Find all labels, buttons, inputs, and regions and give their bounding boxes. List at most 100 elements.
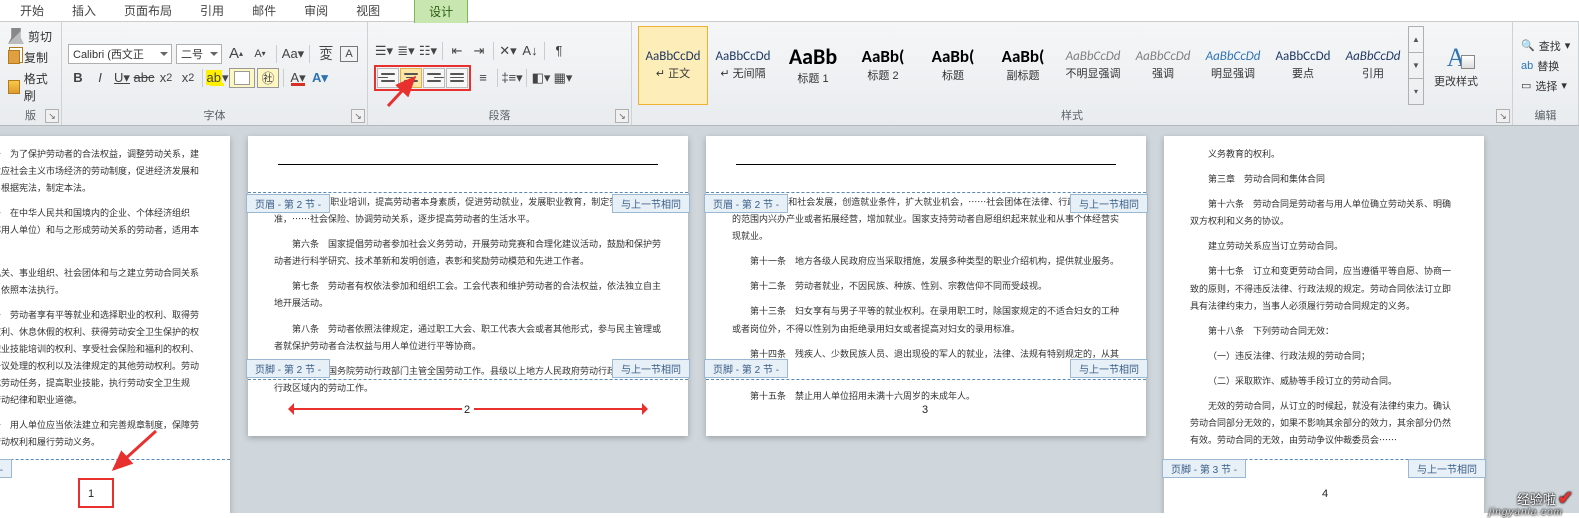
align-justify-button[interactable] bbox=[446, 68, 468, 88]
line-spacing-button[interactable]: ‡≡▾ bbox=[502, 68, 522, 88]
body-paragraph: 第十二条 劳动者就业，不因民族、种族、性别、宗教信仰不同而受歧视。 bbox=[732, 278, 1120, 295]
gallery-up-icon[interactable]: ▲ bbox=[1409, 27, 1423, 53]
shrink-font-button[interactable]: A▾ bbox=[250, 44, 270, 64]
group-paragraph-label: 段落 bbox=[374, 105, 625, 125]
cut-button[interactable]: 剪切 bbox=[6, 28, 55, 45]
style-preview: AaBbCcDd bbox=[1206, 50, 1261, 63]
style-preview: AaBb( bbox=[862, 48, 905, 65]
body-paragraph: 第一条 为了保护劳动者的合法权益，调整劳动关系，建立和维护适应社会主义市场经济的… bbox=[0, 146, 204, 197]
tab-mailings[interactable]: 邮件 bbox=[238, 0, 290, 22]
tab-insert[interactable]: 插入 bbox=[58, 0, 110, 22]
style-preview: AaBbCcDd bbox=[716, 50, 771, 63]
scissors-icon bbox=[8, 28, 24, 44]
footer-tab-section2[interactable]: 页脚 - 第 2 节 - bbox=[246, 359, 330, 378]
change-case-button[interactable]: Aa▾ bbox=[283, 44, 303, 64]
copy-button[interactable]: 复制 bbox=[6, 49, 55, 66]
select-icon: ▭ bbox=[1521, 79, 1531, 92]
annotation-arrow-right bbox=[474, 408, 644, 410]
text-effects-button[interactable]: A▾ bbox=[310, 68, 330, 88]
body-paragraph: （一）违反法律、行政法规的劳动合同； bbox=[1190, 348, 1458, 365]
gallery-more-icon[interactable]: ▾ bbox=[1409, 79, 1423, 104]
footer-tab-section1[interactable]: 页脚 - 第 1 节 - bbox=[0, 459, 12, 478]
style-item[interactable]: AaBb( 标题 2 bbox=[848, 26, 918, 105]
tab-home[interactable]: 开始 bbox=[6, 0, 58, 22]
style-item[interactable]: AaBbCcDd明显强调 bbox=[1198, 26, 1268, 105]
strikethrough-button[interactable]: abc bbox=[134, 68, 154, 88]
select-button[interactable]: ▭选择▾ bbox=[1519, 78, 1572, 94]
grow-font-button[interactable]: A▴ bbox=[226, 44, 246, 64]
group-editing-label: 编辑 bbox=[1519, 105, 1572, 125]
body-paragraph: 第七条 劳动者有权依法参加和组织工会。工会代表和维护劳动者的合法权益，依法独立自… bbox=[274, 278, 662, 312]
bullets-button[interactable]: ☰▾ bbox=[374, 41, 394, 61]
style-item[interactable]: AaBbCcDd↵ 无间隔 bbox=[708, 26, 778, 105]
multilevel-list-button[interactable]: ☷▾ bbox=[418, 41, 438, 61]
style-item[interactable]: AaBbCcDd↵ 正文 bbox=[638, 26, 708, 105]
char-shading-button[interactable] bbox=[229, 68, 255, 88]
enclose-chars-button[interactable]: ㊓ bbox=[257, 68, 279, 88]
tab-review[interactable]: 审阅 bbox=[290, 0, 342, 22]
paragraph-launcher[interactable]: ↘ bbox=[615, 109, 629, 123]
align-center-button[interactable] bbox=[400, 68, 422, 88]
footer-tab-section2b[interactable]: 页脚 - 第 2 节 - bbox=[704, 359, 788, 378]
gallery-scroll[interactable]: ▲▼▾ bbox=[1408, 26, 1424, 105]
show-marks-button[interactable]: ¶ bbox=[549, 41, 569, 61]
header-tab-section2b[interactable]: 页眉 - 第 2 节 - bbox=[704, 194, 788, 213]
check-icon: ✔ bbox=[1558, 488, 1573, 509]
style-item[interactable]: AaBb标题 1 bbox=[778, 26, 848, 105]
footer-same-as-prev[interactable]: 与上一节相同 bbox=[612, 359, 690, 378]
bold-button[interactable]: B bbox=[68, 68, 88, 88]
font-size-combo[interactable]: 二号 bbox=[176, 44, 222, 64]
text-highlight-button[interactable]: ab▾ bbox=[207, 68, 227, 88]
phonetic-guide-button[interactable]: 変 bbox=[316, 44, 336, 64]
numbering-button[interactable]: ≣▾ bbox=[396, 41, 416, 61]
style-item[interactable]: AaBbCcDd强调 bbox=[1128, 26, 1198, 105]
style-name: 标题 2 bbox=[867, 67, 898, 83]
header-same-as-prev[interactable]: 与上一节相同 bbox=[612, 194, 690, 213]
replace-button[interactable]: ab替换 bbox=[1519, 58, 1572, 74]
separator bbox=[276, 45, 277, 63]
footer-same-as-prev-c[interactable]: 与上一节相同 bbox=[1408, 459, 1486, 478]
font-launcher[interactable]: ↘ bbox=[351, 109, 365, 123]
italic-button[interactable]: I bbox=[90, 68, 110, 88]
distribute-button[interactable]: ≡ bbox=[473, 68, 493, 88]
header-rule bbox=[736, 164, 1116, 165]
body-paragraph: 第十四条 残疾人、少数民族人员、退出现役的军人的就业，法律、法规有特别规定的，从… bbox=[732, 346, 1120, 380]
align-left-button[interactable] bbox=[377, 68, 399, 88]
increase-indent-button[interactable]: ⇥ bbox=[469, 41, 489, 61]
char-border-button[interactable]: A bbox=[340, 46, 358, 62]
find-button[interactable]: 🔍查找▾ bbox=[1519, 38, 1572, 54]
tab-design-context[interactable]: 设计 bbox=[414, 0, 468, 23]
footer-same-as-prev-b[interactable]: 与上一节相同 bbox=[1070, 359, 1148, 378]
underline-button[interactable]: U▾ bbox=[112, 68, 132, 88]
change-styles-button[interactable]: A更改样式 bbox=[1424, 26, 1488, 105]
clipboard-launcher[interactable]: ↘ bbox=[45, 109, 59, 123]
style-item[interactable]: AaBb(副标题 bbox=[988, 26, 1058, 105]
tab-view[interactable]: 视图 bbox=[342, 0, 394, 22]
asian-layout-button[interactable]: ✕▾ bbox=[498, 41, 518, 61]
annotation-arrow-left bbox=[292, 408, 462, 410]
superscript-button[interactable]: x2 bbox=[178, 68, 198, 88]
tab-references[interactable]: 引用 bbox=[186, 0, 238, 22]
style-item[interactable]: AaBbCcDd引用 bbox=[1338, 26, 1408, 105]
style-item[interactable]: AaBbCcDd不明显强调 bbox=[1058, 26, 1128, 105]
header-same-as-prev-b[interactable]: 与上一节相同 bbox=[1070, 194, 1148, 213]
styles-launcher[interactable]: ↘ bbox=[1496, 109, 1510, 123]
tab-layout[interactable]: 页面布局 bbox=[110, 0, 186, 22]
find-icon: 🔍 bbox=[1521, 39, 1535, 52]
style-preview: AaBb( bbox=[1002, 48, 1045, 65]
body-paragraph: 第十五条 禁止用人单位招用未满十六周岁的未成年人。 bbox=[732, 388, 1120, 405]
style-item[interactable]: AaBbCcDd要点 bbox=[1268, 26, 1338, 105]
sort-button[interactable]: A↓ bbox=[520, 41, 540, 61]
borders-button[interactable]: ▦▾ bbox=[553, 68, 573, 88]
font-family-combo[interactable]: Calibri (西文正 bbox=[68, 44, 172, 64]
decrease-indent-button[interactable]: ⇤ bbox=[447, 41, 467, 61]
align-right-button[interactable] bbox=[423, 68, 445, 88]
footer-tab-section3[interactable]: 页脚 - 第 3 节 - bbox=[1162, 459, 1246, 478]
gallery-down-icon[interactable]: ▼ bbox=[1409, 53, 1423, 79]
shading-button[interactable]: ◧▾ bbox=[531, 68, 551, 88]
font-color-button[interactable]: A▾ bbox=[288, 68, 308, 88]
style-item[interactable]: AaBb(标题 bbox=[918, 26, 988, 105]
subscript-button[interactable]: x2 bbox=[156, 68, 176, 88]
header-tab-section2[interactable]: 页眉 - 第 2 节 - bbox=[246, 194, 330, 213]
format-painter-button[interactable]: 格式刷 bbox=[6, 70, 55, 104]
